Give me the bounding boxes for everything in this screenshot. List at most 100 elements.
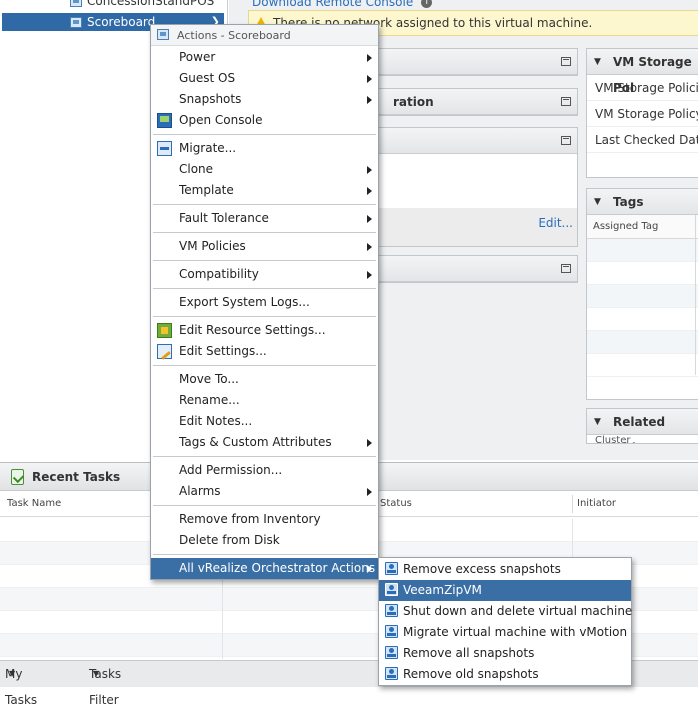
assigned-tag-column-header[interactable]: Assigned Tag	[587, 215, 698, 239]
portlet-title: Tags	[613, 195, 644, 209]
menu-separator	[153, 134, 376, 135]
remote-console-link[interactable]: Download Remote Console i	[252, 0, 433, 9]
menu-item-open-console[interactable]: Open Console	[151, 110, 378, 131]
vm-icon	[70, 0, 82, 7]
portlet-header	[379, 256, 577, 282]
menu-separator	[153, 456, 376, 457]
remote-console-link-label: Download Remote Console	[252, 0, 414, 9]
submenu-item-shutdown-delete-vm[interactable]: Shut down and delete virtual machine	[379, 601, 632, 622]
menu-item-guest-os[interactable]: Guest OS	[151, 68, 378, 89]
menu-title: Actions - Scoreboard	[151, 25, 378, 46]
submenu-arrow-icon	[367, 439, 372, 447]
portlet-header	[379, 49, 577, 75]
menu-item-migrate[interactable]: Migrate...	[151, 138, 378, 159]
submenu-arrow-icon	[367, 243, 372, 251]
notes-portlet: Edit...	[378, 127, 578, 247]
migrate-icon	[157, 141, 172, 156]
info-icon[interactable]: i	[421, 0, 433, 8]
menu-item-label: Edit Resource Settings...	[179, 323, 326, 337]
resource-settings-icon	[157, 323, 172, 338]
menu-item-clone[interactable]: Clone	[151, 159, 378, 180]
menu-item-label: Edit Settings...	[179, 344, 267, 358]
menu-separator	[153, 232, 376, 233]
menu-item-snapshots[interactable]: Snapshots	[151, 89, 378, 110]
workflow-icon	[385, 583, 398, 596]
menu-item-alarms[interactable]: Alarms	[151, 481, 378, 502]
console-icon	[157, 113, 172, 128]
tree-item-concession[interactable]: ConcessionStandPOS	[70, 0, 214, 10]
menu-item-move-to[interactable]: Move To...	[151, 369, 378, 390]
submenu-item-remove-excess-snapshots[interactable]: Remove excess snapshots	[379, 559, 631, 580]
menu-item-edit-settings[interactable]: Edit Settings...	[151, 341, 378, 362]
portlet-header[interactable]: ▼ Related Objects	[587, 409, 698, 443]
menu-item-add-permission[interactable]: Add Permission...	[151, 460, 378, 481]
menu-item-label: Guest OS	[179, 71, 236, 85]
minimize-icon[interactable]	[561, 57, 571, 66]
portlet-title: ration	[393, 95, 434, 109]
clipboard-check-icon	[11, 469, 24, 485]
workflow-icon	[385, 646, 398, 659]
table-row	[587, 262, 698, 285]
menu-item-tags-custom-attributes[interactable]: Tags & Custom Attributes	[151, 432, 378, 453]
table-row	[587, 308, 698, 331]
menu-item-remove-from-inventory[interactable]: Remove from Inventory	[151, 509, 378, 530]
actions-context-menu: Actions - Scoreboard Power Guest OS Snap…	[150, 24, 379, 580]
portlet-header[interactable]: ▼ Tags	[587, 189, 698, 215]
menu-item-fault-tolerance[interactable]: Fault Tolerance	[151, 208, 378, 229]
menu-item-label: Power	[179, 50, 216, 64]
minimize-icon[interactable]	[561, 136, 571, 145]
submenu-arrow-icon	[367, 488, 372, 496]
menu-item-export-system-logs[interactable]: Export System Logs...	[151, 292, 378, 313]
menu-item-vro-actions[interactable]: All vRealize Orchestrator Actions	[151, 558, 378, 579]
submenu-arrow-icon	[367, 96, 372, 104]
submenu-arrow-icon	[367, 75, 372, 83]
recent-tasks-title: Recent Tasks	[32, 470, 121, 484]
menu-item-label: Open Console	[179, 113, 263, 127]
menu-item-rename[interactable]: Rename...	[151, 390, 378, 411]
custom-attributes-portlet	[378, 255, 578, 283]
menu-item-vm-policies[interactable]: VM Policies	[151, 236, 378, 257]
collapse-arrow-icon[interactable]: ▼	[594, 409, 601, 435]
column-header-initiator[interactable]: Initiator	[577, 491, 616, 517]
submenu-item-remove-all-snapshots[interactable]: Remove all snapshots	[379, 643, 631, 664]
menu-item-delete-from-disk[interactable]: Delete from Disk	[151, 530, 378, 551]
submenu-arrow-icon	[367, 187, 372, 195]
table-row	[587, 285, 698, 308]
minimize-icon[interactable]	[561, 97, 571, 106]
workflow-icon	[385, 562, 398, 575]
portlet-header: ration	[379, 89, 577, 115]
menu-item-label: Migrate...	[179, 141, 237, 155]
menu-item-edit-notes[interactable]: Edit Notes...	[151, 411, 378, 432]
menu-item-label: Snapshots	[179, 92, 242, 106]
menu-item-power[interactable]: Power	[151, 47, 378, 68]
submenu-item-veeamzipvm[interactable]: VeeamZipVM	[379, 580, 631, 601]
collapse-arrow-icon[interactable]: ▼	[594, 189, 601, 215]
portlet-header[interactable]: ▼ VM Storage Pol	[587, 49, 698, 95]
menu-item-template[interactable]: Template	[151, 180, 378, 201]
menu-separator	[153, 316, 376, 317]
edit-notes-link[interactable]: Edit...	[538, 216, 573, 230]
portlet-header	[379, 128, 577, 154]
menu-separator	[153, 260, 376, 261]
menu-item-label: Alarms	[179, 484, 221, 498]
menu-item-label: Compatibility	[179, 267, 259, 281]
menu-item-edit-resource-settings[interactable]: Edit Resource Settings...	[151, 320, 378, 341]
menu-separator	[153, 288, 376, 289]
submenu-item-remove-old-snapshots[interactable]: Remove old snapshots	[379, 664, 631, 685]
submenu-item-migrate-vmotion[interactable]: Migrate virtual machine with vMotion	[379, 622, 631, 643]
submenu-arrow-icon	[367, 166, 372, 174]
storage-row: VM Storage Policie	[587, 75, 698, 101]
menu-item-label: Rename...	[179, 393, 240, 407]
column-divider	[572, 495, 573, 513]
column-header-task-name[interactable]: Task Name	[7, 491, 61, 517]
vm-hardware-portlet	[378, 48, 578, 76]
collapse-arrow-icon[interactable]: ▼	[594, 49, 601, 75]
workflow-icon	[385, 625, 398, 638]
minimize-icon[interactable]	[561, 264, 571, 273]
menu-item-compatibility[interactable]: Compatibility	[151, 264, 378, 285]
column-header-status[interactable]: Status	[380, 491, 412, 517]
storage-row: Last Checked Date	[587, 127, 698, 153]
portlet-title: Related Objects	[613, 415, 666, 443]
storage-row: VM Storage Policy C	[587, 101, 698, 127]
menu-separator	[153, 505, 376, 506]
